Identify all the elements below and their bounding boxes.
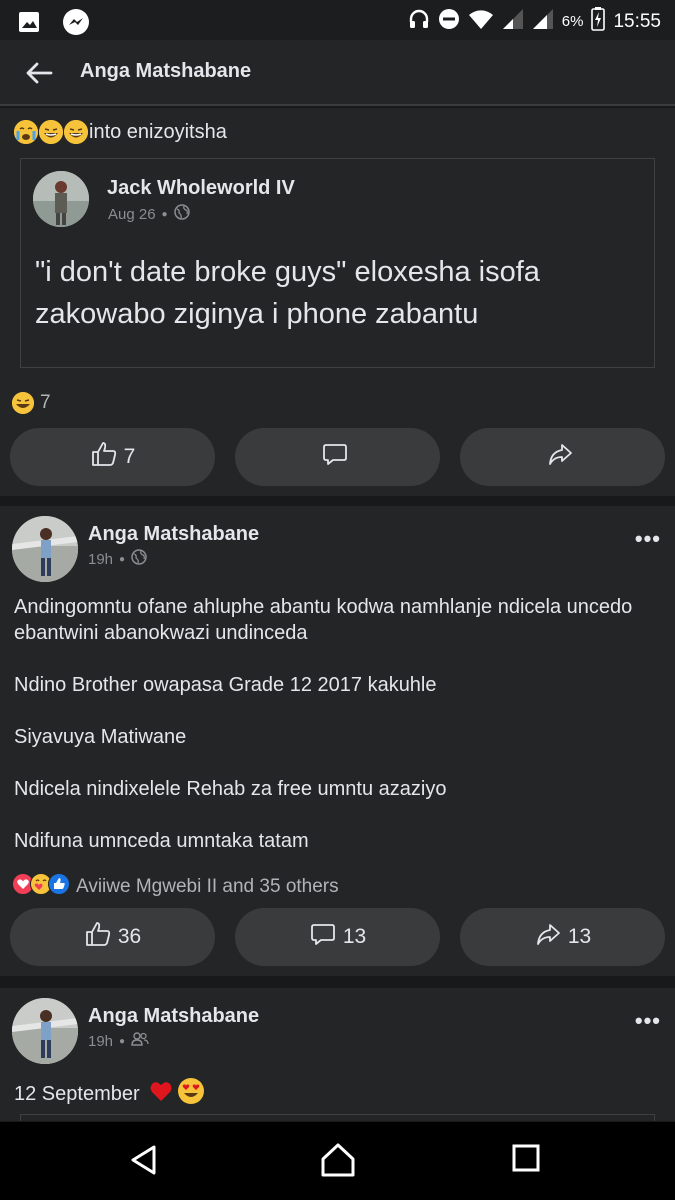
author-name[interactable]: Anga Matshabane (88, 523, 259, 546)
reaction-summary[interactable]: 7 (12, 392, 51, 414)
headphones-icon (408, 8, 430, 35)
gallery-icon (18, 11, 40, 38)
friends-icon (131, 1031, 149, 1051)
shared-post-meta: Aug 26 ● (108, 204, 190, 224)
comment-count: 13 (342, 925, 367, 948)
thumbs-up-icon (84, 920, 112, 954)
thumbs-up-icon (90, 440, 118, 474)
avatar[interactable] (12, 998, 78, 1064)
share-icon (534, 920, 562, 954)
share-count: 13 (567, 925, 592, 948)
paragraph: Siyavuya Matiwane (14, 726, 187, 748)
heart-eyes-emoji-icon (177, 1078, 204, 1110)
like-button[interactable]: 36 (10, 908, 215, 966)
battery-percent: 6% (561, 13, 584, 30)
globe-icon (131, 549, 147, 569)
meta-separator: ● (119, 553, 126, 565)
share-button[interactable] (460, 428, 665, 486)
globe-icon (173, 204, 190, 224)
author-name[interactable]: Anga Matshabane (88, 1005, 259, 1028)
battery-icon (591, 7, 606, 36)
nav-back-icon[interactable] (128, 1144, 160, 1181)
page-title: Anga Matshabane (80, 60, 252, 82)
signal-icon-2 (532, 8, 554, 35)
wifi-icon (468, 8, 494, 35)
post-time: 19h (88, 550, 114, 568)
status-bar: 6% 15:55 (0, 0, 675, 40)
shared-post-card[interactable]: Jack Wholeworld IV Aug 26 ● "i don't dat… (20, 158, 655, 368)
post-meta: 19h ● (88, 549, 147, 569)
reaction-icons (12, 873, 70, 901)
crying-emoji-icon (14, 120, 38, 144)
meta-separator: ● (119, 1035, 126, 1047)
more-options-icon[interactable]: ••• (635, 526, 661, 552)
post-time: 19h (88, 1032, 114, 1050)
comment-button[interactable]: 13 (235, 908, 440, 966)
shared-author-name[interactable]: Jack Wholeworld IV (107, 177, 295, 200)
like-button[interactable]: 7 (10, 428, 215, 486)
post-text: 12 September (14, 1082, 140, 1105)
avatar[interactable] (12, 516, 78, 582)
share-icon (546, 440, 574, 474)
comment-icon (309, 920, 337, 954)
reactions-text: Aviiwe Mgwebi II and 35 others (76, 876, 339, 897)
like-count: 7 (123, 445, 136, 468)
do-not-disturb-icon (438, 8, 460, 35)
post-shared: into enizoyitsha Jack Wholeworld IV Aug … (0, 108, 675, 496)
messenger-icon (62, 8, 90, 41)
action-buttons: 7 (10, 428, 665, 486)
shared-content-preview[interactable] (20, 1114, 655, 1121)
back-arrow-icon[interactable] (22, 56, 56, 90)
post-caption: 12 September (14, 1078, 204, 1110)
post: Anga Matshabane 19h ● ••• Andingomntu of… (0, 506, 675, 976)
shared-post-date: Aug 26 (108, 205, 156, 223)
paragraph: Andingomntu ofane ahluphe abantu kodwa n… (14, 596, 633, 644)
more-options-icon[interactable]: ••• (635, 1008, 661, 1034)
action-buttons: 36 13 13 (10, 908, 665, 966)
nav-recents-icon[interactable] (512, 1144, 540, 1177)
comment-icon (321, 440, 349, 474)
clock: 15:55 (613, 10, 661, 32)
laughing-emoji-icon-2 (64, 120, 88, 144)
comment-button[interactable] (235, 428, 440, 486)
shared-post-text: "i don't date broke guys" eloxesha isofa… (35, 256, 540, 330)
meta-separator: ● (161, 208, 168, 220)
reaction-count: 7 (40, 392, 51, 413)
app-header: Anga Matshabane (0, 40, 675, 106)
haha-reaction-icon (12, 392, 34, 414)
caption-text: into enizoyitsha (89, 120, 227, 143)
like-count: 36 (117, 925, 142, 948)
reaction-summary[interactable]: Aviiwe Mgwebi II and 35 others (12, 873, 339, 901)
share-button[interactable]: 13 (460, 908, 665, 966)
post: Anga Matshabane 19h ● ••• 12 September (0, 988, 675, 1121)
paragraph: Ndifuna umnceda umntaka tatam (14, 830, 309, 852)
post-caption: into enizoyitsha (14, 120, 227, 144)
like-reaction-icon (48, 873, 70, 901)
post-text: Andingomntu ofane ahluphe abantu kodwa n… (14, 594, 654, 880)
system-nav-bar (0, 1122, 675, 1200)
avatar[interactable] (33, 171, 89, 227)
heart-emoji-icon (149, 1080, 173, 1108)
paragraph: Ndino Brother owapasa Grade 12 2017 kaku… (14, 674, 437, 696)
signal-icon (502, 8, 524, 35)
post-meta: 19h ● (88, 1031, 149, 1051)
paragraph: Ndicela nindixelele Rehab za free umntu … (14, 778, 447, 800)
laughing-emoji-icon (39, 120, 63, 144)
feed[interactable]: into enizoyitsha Jack Wholeworld IV Aug … (0, 108, 675, 1121)
nav-home-icon[interactable] (320, 1142, 356, 1183)
